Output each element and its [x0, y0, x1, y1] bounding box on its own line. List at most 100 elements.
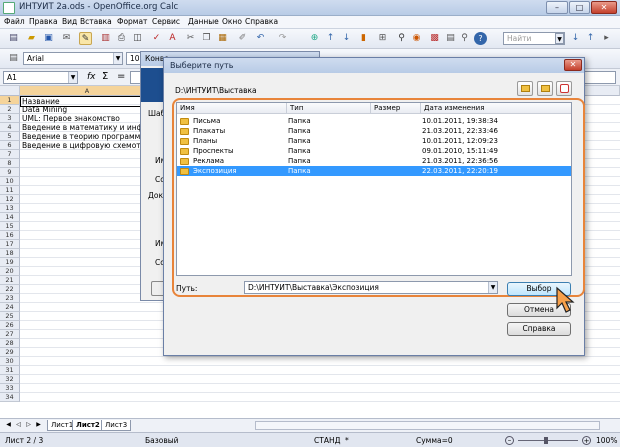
- page-preview-icon[interactable]: ◫: [131, 32, 144, 45]
- cell-a4[interactable]: Введение в математику и инфор: [22, 123, 152, 132]
- find-replace-icon[interactable]: ⚲: [395, 32, 408, 45]
- row-header[interactable]: 29: [0, 348, 20, 357]
- path-dropdown-icon[interactable]: ▼: [488, 282, 497, 293]
- spellcheck-icon[interactable]: ✓: [150, 32, 163, 45]
- cell-a3[interactable]: UML: Первое знакомство: [22, 114, 120, 123]
- horizontal-scrollbar[interactable]: [255, 421, 600, 430]
- row-header[interactable]: 28: [0, 339, 20, 348]
- row-header[interactable]: 34: [0, 393, 20, 402]
- cut-icon[interactable]: ✂: [184, 32, 197, 45]
- path-input[interactable]: D:\ИНТУИТ\Выставка\Экспозиция ▼: [244, 281, 498, 294]
- copy-icon[interactable]: ❐: [200, 32, 213, 45]
- row-header[interactable]: 12: [0, 195, 20, 204]
- row-header[interactable]: 30: [0, 357, 20, 366]
- row-header[interactable]: 4: [0, 123, 20, 132]
- first-sheet-icon[interactable]: ◀: [4, 420, 13, 430]
- zoom-level[interactable]: 100%: [596, 436, 617, 445]
- row-header[interactable]: 13: [0, 204, 20, 213]
- clone-format-icon[interactable]: ✐: [236, 32, 249, 45]
- pivot-icon[interactable]: ⊞: [376, 32, 389, 45]
- redo-icon[interactable]: ↷: [276, 32, 289, 45]
- row-header[interactable]: 7: [0, 150, 20, 159]
- export-pdf-icon[interactable]: ▥: [99, 32, 112, 45]
- row-header[interactable]: 26: [0, 321, 20, 330]
- menu-file[interactable]: Файл: [4, 17, 25, 26]
- row-header[interactable]: 19: [0, 258, 20, 267]
- next-sheet-icon[interactable]: ▷: [24, 420, 33, 430]
- find-previous-icon[interactable]: ↑: [584, 32, 597, 45]
- row-header[interactable]: 22: [0, 285, 20, 294]
- column-header-name[interactable]: Имя: [177, 103, 287, 114]
- cell-a6[interactable]: Введение в цифровую схемотех: [22, 141, 150, 150]
- row-header[interactable]: 20: [0, 267, 20, 276]
- hyperlink-icon[interactable]: ⊕: [308, 32, 321, 45]
- sheet-row[interactable]: [20, 375, 620, 384]
- row-header[interactable]: 27: [0, 330, 20, 339]
- prev-sheet-icon[interactable]: ◁: [14, 420, 23, 430]
- row-header[interactable]: 15: [0, 222, 20, 231]
- file-row[interactable]: Письма Папка 10.01.2011, 19:38:34: [177, 116, 571, 126]
- styles-icon[interactable]: ▤: [7, 52, 20, 65]
- sort-ascending-icon[interactable]: ↑: [324, 32, 337, 45]
- zoom-slider[interactable]: [518, 440, 578, 441]
- row-header[interactable]: 1: [0, 96, 20, 105]
- column-header-a[interactable]: A: [20, 86, 155, 96]
- row-header[interactable]: 9: [0, 168, 20, 177]
- row-header[interactable]: 17: [0, 240, 20, 249]
- insert-mode[interactable]: СТАНД: [314, 436, 340, 445]
- file-row[interactable]: Планы Папка 10.01.2011, 12:09:23: [177, 136, 571, 146]
- gallery-icon[interactable]: ▩: [428, 32, 441, 45]
- row-header[interactable]: 24: [0, 303, 20, 312]
- new-document-icon[interactable]: ▤: [7, 32, 20, 45]
- name-box-dropdown-icon[interactable]: ▼: [68, 72, 77, 83]
- find-next-icon[interactable]: ↓: [569, 32, 582, 45]
- menu-tools[interactable]: Сервис: [152, 17, 180, 26]
- font-name-dropdown-icon[interactable]: ▼: [113, 53, 122, 64]
- up-one-level-icon[interactable]: [517, 81, 533, 96]
- default-directory-icon[interactable]: [556, 81, 572, 96]
- row-header[interactable]: 11: [0, 186, 20, 195]
- row-header[interactable]: 10: [0, 177, 20, 186]
- file-row[interactable]: Экспозиция Папка 22.03.2011, 22:20:19: [177, 166, 571, 176]
- zoom-in-icon[interactable]: +: [582, 436, 591, 445]
- file-row[interactable]: Плакаты Папка 21.03.2011, 22:33:46: [177, 126, 571, 136]
- chart-icon[interactable]: ▮: [357, 32, 370, 45]
- row-header[interactable]: 21: [0, 276, 20, 285]
- search-dropdown-icon[interactable]: ▼: [555, 33, 564, 44]
- row-header[interactable]: 5: [0, 132, 20, 141]
- maximize-button[interactable]: □: [569, 1, 590, 14]
- cell-a5[interactable]: Введение в теорию программир: [22, 132, 150, 141]
- row-header[interactable]: 16: [0, 231, 20, 240]
- menu-data[interactable]: Данные: [188, 17, 219, 26]
- row-header[interactable]: 25: [0, 312, 20, 321]
- menu-format[interactable]: Формат: [117, 17, 147, 26]
- corner-select-all[interactable]: [0, 86, 20, 96]
- file-row[interactable]: Проспекты Папка 09.01.2010, 15:11:49: [177, 146, 571, 156]
- cell-a2[interactable]: Data Mining: [22, 105, 67, 114]
- row-header[interactable]: 32: [0, 375, 20, 384]
- navigator-icon[interactable]: ◉: [410, 32, 423, 45]
- datasources-icon[interactable]: ▤: [444, 32, 457, 45]
- new-folder-icon[interactable]: [537, 81, 553, 96]
- menu-window[interactable]: Окно: [222, 17, 242, 26]
- row-header[interactable]: 6: [0, 141, 20, 150]
- row-header[interactable]: 3: [0, 114, 20, 123]
- row-header[interactable]: 18: [0, 249, 20, 258]
- zoom-slider-thumb[interactable]: [544, 437, 548, 444]
- sheet-tab-3[interactable]: Лист3: [101, 420, 132, 431]
- minimize-button[interactable]: –: [546, 1, 568, 14]
- menu-edit[interactable]: Правка: [29, 17, 58, 26]
- column-header-size[interactable]: Размер: [371, 103, 421, 114]
- row-header[interactable]: 2: [0, 105, 20, 114]
- zoom-out-icon[interactable]: –: [505, 436, 514, 445]
- row-header[interactable]: 33: [0, 384, 20, 393]
- edit-file-icon[interactable]: ✎: [79, 32, 92, 45]
- email-icon[interactable]: ✉: [60, 32, 73, 45]
- file-list[interactable]: Имя Тип Размер Дата изменения Письма Папк…: [176, 102, 572, 276]
- column-header-type[interactable]: Тип: [287, 103, 371, 114]
- print-icon[interactable]: ⎙: [115, 32, 128, 45]
- sheet-row[interactable]: [20, 384, 620, 393]
- open-folder-icon[interactable]: ▰: [25, 32, 38, 45]
- help-icon[interactable]: ?: [474, 32, 487, 45]
- function-equals-icon[interactable]: =: [117, 71, 125, 82]
